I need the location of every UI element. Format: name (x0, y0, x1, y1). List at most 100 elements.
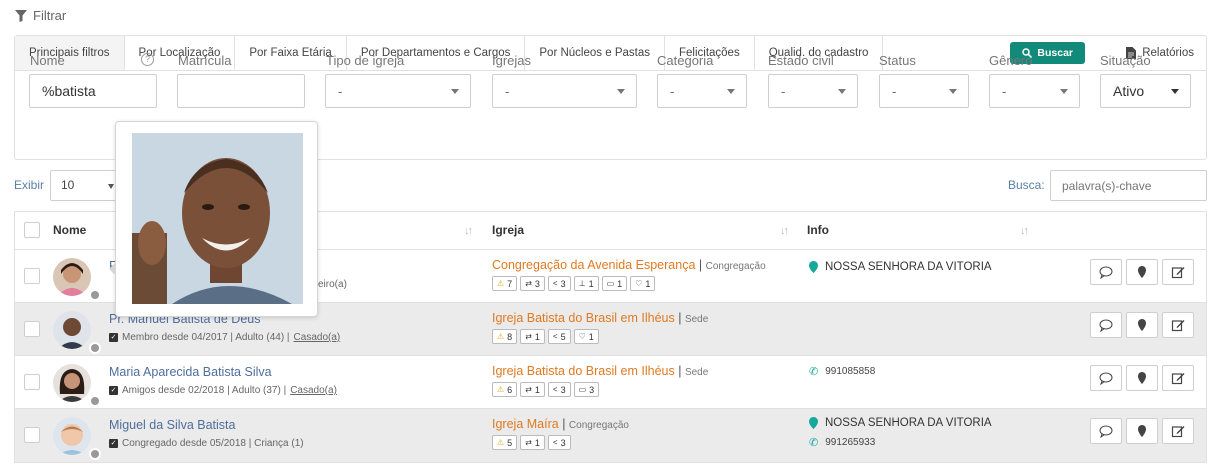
status-dot (89, 342, 101, 354)
row-checkbox[interactable] (24, 268, 40, 284)
row-actions (1090, 259, 1194, 285)
address-text: NOSSA SENHORA DA VITORIA (825, 417, 992, 429)
tab-por-nucleos[interactable]: Por Núcleos e Pastas (525, 36, 665, 70)
message-button[interactable] (1090, 418, 1122, 444)
chip-count: 8 (507, 331, 513, 342)
avatar[interactable] (53, 364, 91, 402)
location-button[interactable] (1126, 365, 1158, 391)
edit-button[interactable] (1162, 418, 1194, 444)
chip-count: 5 (507, 437, 513, 448)
chip-bell[interactable]: ⚠ 5 (492, 435, 518, 450)
chip-retweet[interactable]: ⇄ 1 (520, 435, 545, 450)
chevron-down-icon (838, 89, 846, 94)
edit-icon (1171, 426, 1185, 438)
chip-bell[interactable]: ⚠ 6 (492, 382, 518, 397)
igrejas-select[interactable]: - (492, 74, 637, 108)
folder-icon: ▭ (578, 385, 587, 394)
search-input[interactable] (1050, 170, 1207, 201)
page-size-select[interactable]: 10 (50, 170, 125, 201)
chip-count: 3 (560, 278, 566, 289)
marital-status-link[interactable]: Casado(a) (294, 332, 341, 343)
chip-count: 1 (534, 437, 540, 448)
status-value: - (892, 83, 897, 99)
chip-heart[interactable]: ♡ 1 (630, 276, 656, 291)
genero-select[interactable]: - (989, 74, 1080, 108)
chevron-down-icon (727, 89, 735, 94)
map-pin-icon (809, 417, 818, 429)
chip-group: ⚠ 7 ⇄ 3 <3 ⊥ 1 ▭ 1 ♡ 1 (492, 276, 656, 291)
edit-button[interactable] (1162, 365, 1194, 391)
row-checkbox[interactable] (24, 321, 40, 337)
chip-retweet[interactable]: ⇄ 3 (520, 276, 545, 291)
page-size-value: 10 (61, 178, 75, 192)
chip-share[interactable]: <3 (547, 435, 571, 450)
select-all-checkbox[interactable] (24, 222, 40, 238)
edit-icon (1171, 267, 1185, 279)
bell-icon: ⚠ (497, 385, 505, 394)
row-checkbox[interactable] (24, 374, 40, 390)
location-button[interactable] (1126, 312, 1158, 338)
chip-count: 1 (534, 384, 540, 395)
avatar[interactable] (53, 258, 91, 296)
location-button[interactable] (1126, 259, 1158, 285)
phone-icon: ✆ (809, 437, 819, 449)
chip-count: 6 (507, 384, 513, 395)
chip-share[interactable]: <5 (547, 329, 571, 344)
person-name-link[interactable]: Maria Aparecida Batista Silva (109, 365, 272, 379)
sort-icon[interactable]: ↓↑ (780, 225, 789, 237)
chip-retweet[interactable]: ⇄ 1 (520, 382, 545, 397)
profile-photo (132, 133, 303, 304)
row-actions (1090, 418, 1194, 444)
address-line: NOSSA SENHORA DA VITORIA (809, 261, 992, 273)
church-link[interactable]: Igreja Maíra (492, 417, 559, 431)
chip-retweet[interactable]: ⇄ 1 (520, 329, 545, 344)
marital-status-link[interactable]: Casado(a) (290, 385, 337, 396)
chip-bell[interactable]: ⚠ 8 (492, 329, 518, 344)
person-meta-text: Amigos desde 02/2018 | Adulto (37) | (122, 385, 287, 396)
chip-sitemap[interactable]: ⊥ 1 (573, 276, 599, 291)
column-header-igreja[interactable]: Igreja (492, 223, 524, 237)
church-link[interactable]: Igreja Batista do Brasil em Ilhéus (492, 311, 675, 325)
table-row: Miguel da Silva Batista ✓ Congregado des… (15, 409, 1206, 462)
message-button[interactable] (1090, 365, 1122, 391)
avatar[interactable] (53, 311, 91, 349)
nome-input-value: %batista (42, 83, 96, 99)
column-header-nome[interactable]: Nome (53, 223, 86, 237)
filter-toggle[interactable]: Filtrar (15, 8, 66, 23)
avatar[interactable] (53, 417, 91, 455)
chip-folder[interactable]: ▭ 3 (573, 382, 600, 397)
church-info: Igreja Batista do Brasil em Ilhéus | Sed… (492, 364, 709, 378)
message-button[interactable] (1090, 259, 1122, 285)
igrejas-value: - (505, 83, 510, 99)
column-header-info[interactable]: Info (807, 223, 829, 237)
map-marker-icon (1138, 425, 1146, 437)
church-link[interactable]: Congregação da Avenida Esperança (492, 258, 695, 272)
matricula-input[interactable] (177, 74, 305, 108)
tipo-igreja-select[interactable]: - (325, 74, 471, 108)
chip-heart[interactable]: ♡ 1 (573, 329, 599, 344)
phone-text: 991085858 (825, 366, 876, 377)
chip-share[interactable]: <3 (547, 382, 571, 397)
categoria-select[interactable]: - (657, 74, 747, 108)
edit-button[interactable] (1162, 259, 1194, 285)
estado-civil-select[interactable]: - (768, 74, 858, 108)
chip-bell[interactable]: ⚠ 7 (492, 276, 518, 291)
location-button[interactable] (1126, 418, 1158, 444)
situacao-select[interactable]: Ativo (1100, 74, 1191, 108)
status-select[interactable]: - (879, 74, 969, 108)
edit-button[interactable] (1162, 312, 1194, 338)
chevron-down-icon (617, 89, 625, 94)
person-meta: ✓ Membro desde 04/2017 | Adulto (44) | C… (109, 332, 340, 343)
sort-icon[interactable]: ↓↑ (1020, 225, 1029, 237)
church-link[interactable]: Igreja Batista do Brasil em Ilhéus (492, 364, 675, 378)
row-checkbox[interactable] (24, 427, 40, 443)
person-name-link[interactable]: Miguel da Silva Batista (109, 418, 235, 432)
speech-bubble-icon (1099, 319, 1113, 332)
message-button[interactable] (1090, 312, 1122, 338)
chip-folder[interactable]: ▭ 1 (601, 276, 628, 291)
nome-input[interactable]: %batista (29, 74, 157, 108)
bell-icon: ⚠ (497, 438, 505, 447)
sort-icon[interactable]: ↓↑ (464, 225, 473, 237)
help-icon[interactable]: ? (141, 53, 154, 66)
chip-share[interactable]: <3 (547, 276, 571, 291)
